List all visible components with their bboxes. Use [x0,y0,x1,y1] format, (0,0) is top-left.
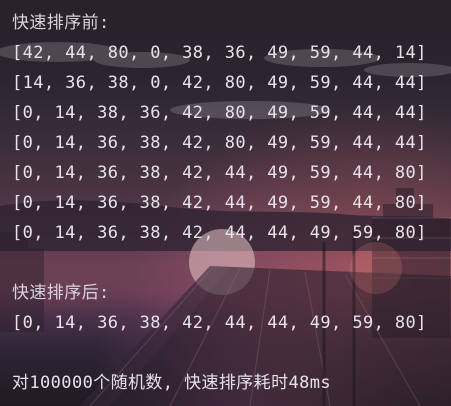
console-output: 快速排序前: [42, 44, 80, 0, 38, 36, 49, 59, 4… [12,8,443,398]
sorted-result-line: [0, 14, 36, 38, 42, 44, 44, 49, 59, 80] [12,313,427,333]
performance-summary: 对100000个随机数, 快速排序耗时48ms [12,373,332,393]
sort-step-line: [14, 36, 38, 0, 42, 80, 49, 59, 44, 44] [12,73,427,93]
sort-step-line: [42, 44, 80, 0, 38, 36, 49, 59, 44, 14] [12,43,427,63]
sort-step-line: [0, 14, 38, 36, 42, 80, 49, 59, 44, 44] [12,103,427,123]
sort-step-line: [0, 14, 36, 38, 42, 80, 49, 59, 44, 44] [12,133,427,153]
sort-step-line: [0, 14, 36, 38, 42, 44, 49, 59, 44, 80] [12,163,427,183]
after-sort-heading: 快速排序后: [12,283,110,303]
before-sort-heading: 快速排序前: [12,13,110,33]
sort-step-line: [0, 14, 36, 38, 42, 44, 44, 49, 59, 80] [12,223,427,243]
sort-step-line: [0, 14, 36, 38, 42, 44, 49, 59, 44, 80] [12,193,427,213]
